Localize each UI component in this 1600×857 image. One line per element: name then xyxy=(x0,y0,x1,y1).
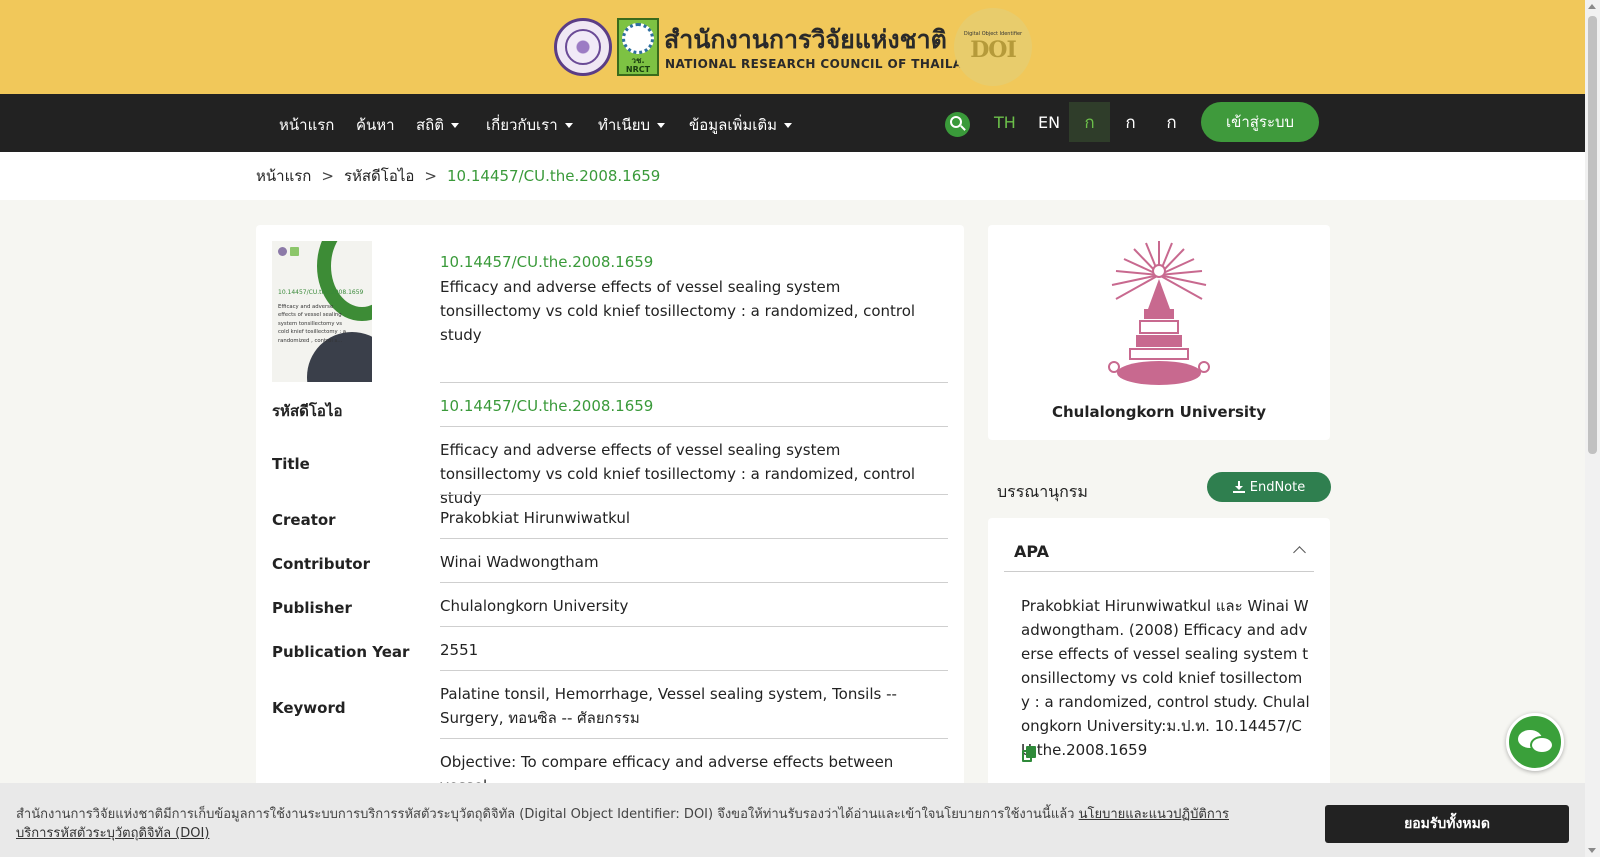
nrct-logo: วช. NRCT xyxy=(617,18,659,76)
caret-down-icon xyxy=(564,123,573,128)
nav-statistics-dropdown[interactable]: สถิติ xyxy=(416,113,459,137)
field-value: Chulalongkorn University xyxy=(440,597,629,615)
cookie-message: สำนักงานการวิจัยแห่งชาติมีการเก็บข้อมูลก… xyxy=(16,807,1229,841)
copy-icon[interactable] xyxy=(1022,746,1036,762)
font-size-large-button[interactable]: ก xyxy=(1151,102,1192,142)
field-label: Publication Year xyxy=(272,643,410,661)
field-label: Publisher xyxy=(272,599,352,617)
breadcrumb-current: 10.14457/CU.the.2008.1659 xyxy=(447,167,661,185)
page-scrollbar[interactable] xyxy=(1585,0,1600,857)
login-button[interactable]: เข้าสู่ระบบ xyxy=(1201,102,1319,142)
breadcrumb-doi-link[interactable]: รหัสดีโอไอ xyxy=(344,167,414,185)
org-name-english: NATIONAL RESEARCH COUNCIL OF THAILAND xyxy=(665,57,984,71)
download-icon xyxy=(1232,481,1245,493)
field-label: Contributor xyxy=(272,555,370,573)
lang-en-button[interactable]: EN xyxy=(1038,113,1060,132)
breadcrumb-separator: > xyxy=(424,167,437,185)
font-size-small-button[interactable]: ก xyxy=(1069,102,1110,142)
field-label: Creator xyxy=(272,511,336,529)
nav-about-dropdown[interactable]: เกี่ยวกับเรา xyxy=(486,113,573,137)
caret-down-icon xyxy=(657,123,666,128)
record-card: 10.14457/CU.the.2008.1659 Efficacy and a… xyxy=(256,225,964,857)
breadcrumb-separator: > xyxy=(321,167,334,185)
chevron-up-icon xyxy=(1293,546,1306,559)
accept-all-cookies-button[interactable]: ยอมรับทั้งหมด xyxy=(1325,805,1569,843)
scroll-down-arrow-icon[interactable] xyxy=(1588,848,1596,853)
citation-style-label: APA xyxy=(1014,542,1050,561)
bibliography-heading: บรรณานุกรม xyxy=(997,482,1088,501)
nav-directory-dropdown[interactable]: ทำเนียบ xyxy=(598,113,666,137)
field-value: Palatine tonsil, Hemorrhage, Vessel seal… xyxy=(440,685,897,727)
publisher-name: Chulalongkorn University xyxy=(1051,403,1267,421)
font-size-medium-button[interactable]: ก xyxy=(1110,102,1151,142)
cookie-consent-banner: สำนักงานการวิจัยแห่งชาติมีการเก็บข้อมูลก… xyxy=(0,783,1585,857)
main-navbar: หน้าแรก ค้นหา สถิติ เกี่ยวกับเรา ทำเนียบ… xyxy=(0,94,1585,152)
site-header: วช. NRCT สำนักงานการวิจัยแห่งชาติ NATION… xyxy=(0,0,1585,94)
endnote-download-button[interactable]: EndNote xyxy=(1207,472,1331,502)
scroll-up-arrow-icon[interactable] xyxy=(1588,4,1596,9)
citation-card: APA Prakobkiat Hirunwiwatkul และ Winai W… xyxy=(988,518,1330,818)
field-value: Efficacy and adverse effects of vessel s… xyxy=(440,441,916,507)
cover-doi: 10.14457/CU.the.2008.1659 xyxy=(278,289,364,296)
doi-logo: Digital Object Identifier DOI xyxy=(954,8,1032,86)
publisher-card: Chulalongkorn University xyxy=(988,225,1330,440)
org-name-thai: สำนักงานการวิจัยแห่งชาติ xyxy=(664,25,947,54)
breadcrumb: หน้าแรก > รหัสดีโอไอ >10.14457/CU.the.2008.… xyxy=(0,152,1585,200)
scrollbar-thumb[interactable] xyxy=(1588,16,1597,454)
breadcrumb-home-link[interactable]: หน้าแรก xyxy=(256,167,311,185)
record-cover-thumbnail: 10.14457/CU.the.2008.1659 Efficacy and a… xyxy=(272,241,372,382)
caret-down-icon xyxy=(784,123,793,128)
nav-search[interactable]: ค้นหา xyxy=(356,113,395,137)
field-label: รหัสดีโอไอ xyxy=(272,402,343,420)
chulalongkorn-emblem-logo xyxy=(1108,241,1210,385)
field-value: Winai Wadwongtham xyxy=(440,553,599,571)
apa-accordion-header[interactable]: APA xyxy=(1004,532,1314,572)
field-label: Keyword xyxy=(272,699,346,717)
field-label: Title xyxy=(272,455,310,473)
apa-citation-text: Prakobkiat Hirunwiwatkul และ Winai Wadwo… xyxy=(1021,597,1310,759)
record-doi-heading[interactable]: 10.14457/CU.the.2008.1659 xyxy=(440,253,653,271)
search-icon[interactable] xyxy=(945,112,970,137)
nav-home[interactable]: หน้าแรก xyxy=(279,113,334,137)
field-value: 2551 xyxy=(440,641,479,659)
caret-down-icon xyxy=(450,123,459,128)
ministry-seal-logo xyxy=(554,18,612,76)
nav-more-info-dropdown[interactable]: ข้อมูลเพิ่มเติม xyxy=(689,113,793,137)
cover-title: Efficacy and adverse effects of vessel s… xyxy=(278,304,347,344)
record-title-heading: Efficacy and adverse effects of vessel s… xyxy=(440,278,916,344)
field-value: Prakobkiat Hirunwiwatkul xyxy=(440,509,630,527)
chat-bubble-icon[interactable] xyxy=(1506,713,1564,771)
lang-th-button[interactable]: TH xyxy=(994,113,1016,132)
field-value-doi-link[interactable]: 10.14457/CU.the.2008.1659 xyxy=(440,394,940,418)
